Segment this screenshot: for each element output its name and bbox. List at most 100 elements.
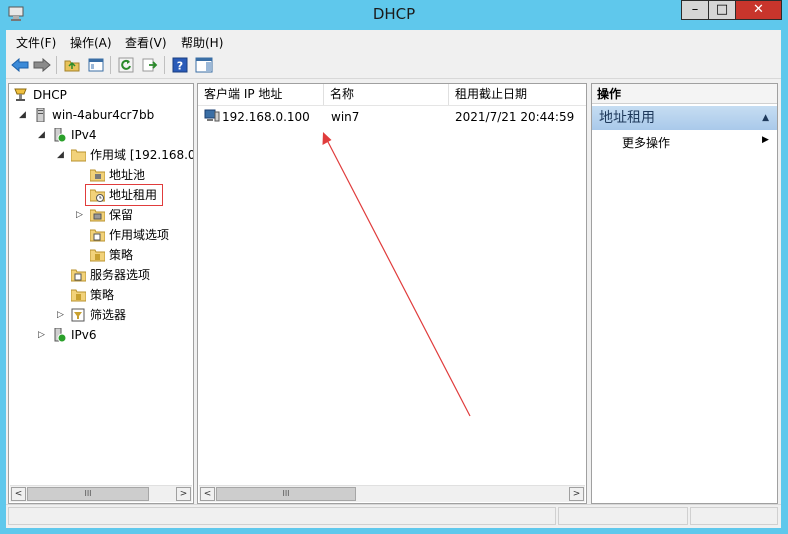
menu-action[interactable]: 操作(A) xyxy=(70,34,112,51)
tree-item-dhcp[interactable]: DHCP xyxy=(9,85,193,105)
up-folder-icon xyxy=(64,60,80,72)
tree-label-scope: 作用域 [192.168.0. xyxy=(90,148,193,162)
dhcp-root-icon xyxy=(14,88,27,101)
menu-bar: 文件(F) 操作(A) 查看(V) 帮助(H) xyxy=(6,30,781,52)
status-panel-3 xyxy=(690,507,778,525)
tree-label-address-leases: 地址租用 xyxy=(109,188,158,202)
collapse-icon[interactable]: ◢ xyxy=(38,125,48,145)
tree-item-ipv4[interactable]: ◢ IPv4 xyxy=(9,125,193,145)
actions-section-label: 地址租用 xyxy=(599,110,655,126)
close-button[interactable]: ✕ xyxy=(735,0,782,20)
refresh-icon xyxy=(118,57,134,73)
tree-label-address-pool: 地址池 xyxy=(109,168,146,182)
tree-item-address-pool[interactable]: 地址池 xyxy=(9,165,193,185)
expand-icon[interactable]: ▷ xyxy=(57,305,67,325)
tree-label-ipv6: IPv6 xyxy=(71,328,97,342)
up-folder-button[interactable] xyxy=(62,55,82,75)
console-tree-icon xyxy=(88,58,104,72)
status-bar xyxy=(6,504,781,527)
help-icon: ? xyxy=(172,57,188,73)
server-options-icon xyxy=(71,269,86,282)
tree-item-policies[interactable]: 策略 xyxy=(9,285,193,305)
dhcp-window: DHCP – □ ✕ 文件(F) 操作(A) 查看(V) 帮助(H) ? DHC… xyxy=(0,0,788,534)
scroll-left-button[interactable]: < xyxy=(11,487,26,501)
tree-label-server: win-4abur4cr7bb xyxy=(52,108,155,122)
more-actions-item[interactable]: 更多操作 xyxy=(622,134,670,151)
status-panel-2 xyxy=(558,507,688,525)
tree-horizontal-scrollbar[interactable]: < III > xyxy=(10,485,192,502)
actions-pane-title: 操作 xyxy=(592,84,777,104)
svg-text:?: ? xyxy=(177,60,183,73)
scroll-thumb[interactable]: III xyxy=(216,487,356,501)
title-bar[interactable]: DHCP – □ ✕ xyxy=(0,0,788,28)
action-pane-icon xyxy=(195,57,213,73)
results-pane[interactable]: 客户端 IP 地址 名称 租用截止日期 192.168.0.100 win7 2… xyxy=(197,83,587,504)
policy-icon xyxy=(71,289,86,302)
expand-icon[interactable]: ▷ xyxy=(38,325,48,345)
tree-label-filters: 筛选器 xyxy=(90,308,127,322)
menu-file[interactable]: 文件(F) xyxy=(16,34,56,51)
actions-pane: 操作 地址租用 ▲ 更多操作 ▶ xyxy=(591,83,778,504)
collapse-icon[interactable]: ◢ xyxy=(19,105,29,125)
server-icon xyxy=(36,108,45,122)
refresh-button[interactable] xyxy=(116,55,136,75)
toolbar-separator xyxy=(56,56,57,74)
toolbar-separator xyxy=(164,56,165,74)
back-button[interactable] xyxy=(10,55,30,75)
toolbar-separator xyxy=(110,56,111,74)
minimize-button[interactable]: – xyxy=(681,0,709,20)
address-pool-icon xyxy=(90,169,105,182)
tree-label-reservations: 保留 xyxy=(109,208,134,222)
list-horizontal-scrollbar[interactable]: < III > xyxy=(199,485,585,502)
tree-label-dhcp: DHCP xyxy=(33,88,67,102)
tree-label-policies: 策略 xyxy=(90,288,115,302)
tree-item-reservations[interactable]: ▷ 保留 xyxy=(9,205,193,225)
tree-item-scope-policies[interactable]: 策略 xyxy=(9,245,193,265)
tree-label-server-options: 服务器选项 xyxy=(90,268,151,282)
ipv6-icon xyxy=(54,328,67,342)
back-arrow-icon xyxy=(11,58,29,72)
tree-item-server-options[interactable]: 服务器选项 xyxy=(9,265,193,285)
tree-label-ipv4: IPv4 xyxy=(71,128,97,142)
tree-item-scope-options[interactable]: 作用域选项 xyxy=(9,225,193,245)
export-icon xyxy=(142,58,158,72)
export-list-button[interactable] xyxy=(140,55,160,75)
tree-label-scope-policies: 策略 xyxy=(109,248,134,262)
annotation-arrow xyxy=(322,132,471,417)
scroll-left-button[interactable]: < xyxy=(200,487,215,501)
scroll-right-button[interactable]: > xyxy=(176,487,191,501)
show-hide-action-pane-button[interactable] xyxy=(194,55,214,75)
reservations-icon xyxy=(90,209,105,222)
collapse-up-icon[interactable]: ▲ xyxy=(762,106,769,130)
scope-options-icon xyxy=(90,229,105,242)
forward-button[interactable] xyxy=(32,55,52,75)
console-tree[interactable]: DHCP ◢ win-4abur4cr7bb ◢ IPv4 ◢ 作用域 [192… xyxy=(8,83,194,504)
expand-icon[interactable]: ▷ xyxy=(76,205,86,225)
ipv4-icon xyxy=(54,128,67,142)
policy-icon xyxy=(90,249,105,262)
main-frame: 文件(F) 操作(A) 查看(V) 帮助(H) ? DHCP ◢ win-4ab… xyxy=(6,30,781,528)
tree-item-ipv6[interactable]: ▷ IPv6 xyxy=(9,325,193,345)
menu-view[interactable]: 查看(V) xyxy=(125,34,167,51)
scroll-thumb[interactable]: III xyxy=(27,487,149,501)
show-hide-tree-button[interactable] xyxy=(86,55,106,75)
help-button[interactable]: ? xyxy=(170,55,190,75)
tree-item-filters[interactable]: ▷ 筛选器 xyxy=(9,305,193,325)
filter-icon xyxy=(71,308,85,322)
tree-item-server[interactable]: ◢ win-4abur4cr7bb xyxy=(9,105,193,125)
actions-section-header[interactable]: 地址租用 ▲ xyxy=(592,106,777,130)
submenu-arrow-icon[interactable]: ▶ xyxy=(762,135,769,145)
menu-help[interactable]: 帮助(H) xyxy=(181,34,223,51)
scroll-right-button[interactable]: > xyxy=(569,487,584,501)
collapse-icon[interactable]: ◢ xyxy=(57,145,67,165)
tree-item-scope[interactable]: ◢ 作用域 [192.168.0. xyxy=(9,145,193,165)
forward-arrow-icon xyxy=(33,58,51,72)
address-leases-icon xyxy=(90,189,105,202)
tree-item-address-leases[interactable]: 地址租用 xyxy=(85,184,163,206)
toolbar: ? xyxy=(6,52,781,79)
window-title: DHCP xyxy=(372,5,416,23)
tree-label-scope-options: 作用域选项 xyxy=(109,228,170,242)
status-panel-main xyxy=(8,507,556,525)
more-actions-label: 更多操作 xyxy=(622,136,671,150)
maximize-button[interactable]: □ xyxy=(708,0,736,20)
